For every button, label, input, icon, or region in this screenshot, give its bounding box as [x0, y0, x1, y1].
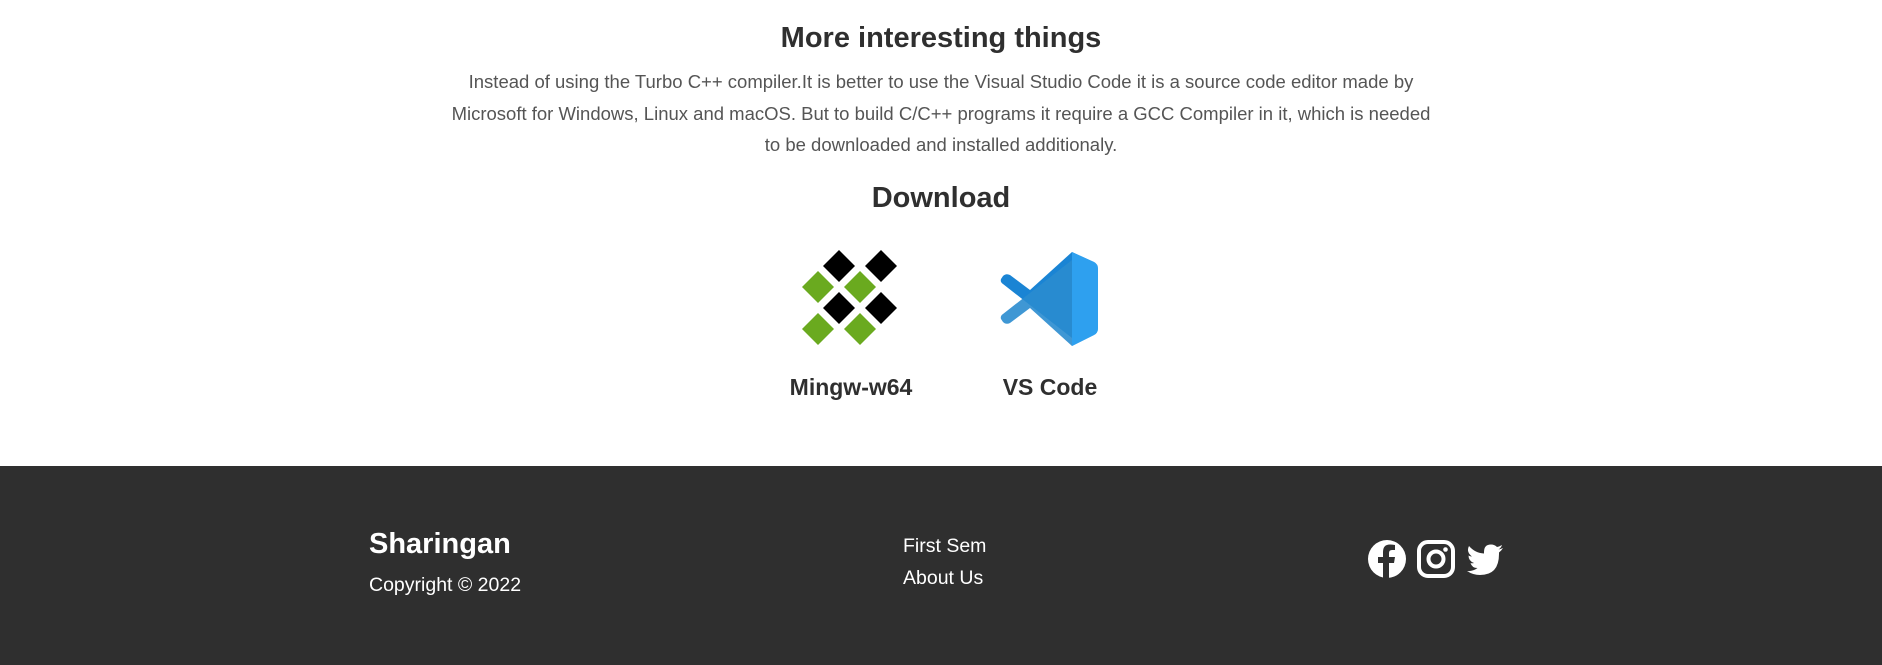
footer-link-first-sem[interactable]: First Sem — [903, 530, 986, 562]
footer: Sharingan Copyright © 2022 First Sem Abo… — [0, 466, 1882, 665]
mingw-label: Mingw-w64 — [789, 374, 913, 400]
section-title: More interesting things — [780, 22, 1102, 54]
vscode-label: VS Code — [1002, 374, 1098, 400]
download-title: Download — [871, 182, 1011, 214]
twitter-icon[interactable] — [1465, 539, 1505, 579]
facebook-icon[interactable] — [1367, 539, 1407, 579]
social-links — [1367, 539, 1505, 579]
footer-links: First Sem About Us — [903, 530, 986, 594]
instagram-icon[interactable] — [1416, 539, 1456, 579]
download-mingw-link[interactable]: Mingw-w64 — [771, 250, 931, 401]
mingw-logo-icon — [802, 250, 897, 345]
footer-copyright: Copyright © 2022 — [369, 574, 522, 596]
vscode-logo-icon — [1000, 252, 1098, 346]
section-paragraph: Instead of using the Turbo C++ compiler.… — [451, 71, 1431, 155]
main-content: More interesting things Instead of using… — [0, 0, 1882, 466]
download-vscode-link[interactable]: VS Code — [970, 250, 1130, 401]
footer-link-about-us[interactable]: About Us — [903, 562, 986, 594]
footer-brand: Sharingan — [369, 528, 511, 560]
